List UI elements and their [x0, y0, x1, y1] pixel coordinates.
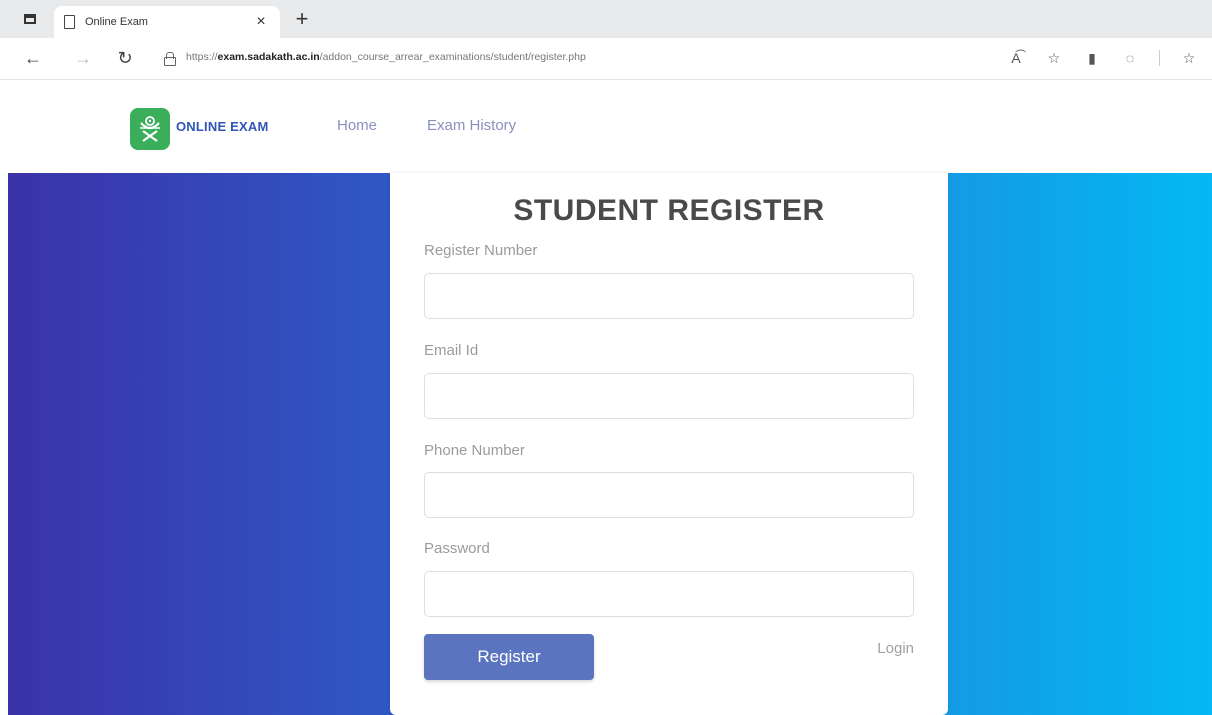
- email-label: Email Id: [424, 342, 479, 359]
- tab-actions-icon[interactable]: [20, 10, 40, 28]
- url-field[interactable]: https://exam.sadakath.ac.in/addon_course…: [186, 51, 586, 63]
- extension-icon[interactable]: ▮: [1083, 50, 1101, 66]
- nav-exam-history-link[interactable]: Exam History: [427, 117, 516, 134]
- nav-home-link[interactable]: Home: [337, 117, 377, 134]
- browser-essentials-icon[interactable]: ◌: [1121, 50, 1139, 66]
- forward-icon[interactable]: →: [72, 49, 94, 67]
- favorites-icon[interactable]: ☆: [1045, 50, 1063, 66]
- browser-tab[interactable]: Online Exam ×: [54, 6, 280, 38]
- logo-icon[interactable]: [130, 108, 170, 150]
- address-bar: ← → ↻ https://exam.sadakath.ac.in/addon_…: [0, 38, 1212, 80]
- browser-toolbar: A͡ ☆ ▮ ◌ ☆: [1007, 50, 1198, 66]
- read-aloud-icon[interactable]: A͡: [1007, 50, 1025, 66]
- lock-icon[interactable]: [164, 52, 176, 66]
- login-link[interactable]: Login: [877, 640, 914, 657]
- browser-tab-bar: Online Exam × +: [0, 0, 1212, 38]
- page-title: STUDENT REGISTER: [513, 194, 825, 227]
- new-tab-button[interactable]: +: [290, 8, 314, 30]
- tab-close-icon[interactable]: ×: [252, 13, 270, 31]
- register-button[interactable]: Register: [424, 634, 594, 680]
- reload-icon[interactable]: ↻: [114, 49, 136, 67]
- tab-title: Online Exam: [85, 16, 148, 28]
- email-input[interactable]: [424, 373, 914, 419]
- register-card: STUDENT REGISTER Register Number Email I…: [390, 173, 948, 715]
- register-number-input[interactable]: [424, 273, 914, 319]
- url-host: exam.sadakath.ac.in: [217, 51, 320, 63]
- collections-icon[interactable]: ☆: [1180, 50, 1198, 66]
- site-header: ONLINE EXAM Home Exam History: [0, 81, 1212, 173]
- page-icon: [64, 15, 75, 29]
- register-number-label: Register Number: [424, 242, 538, 259]
- phone-input[interactable]: [424, 472, 914, 518]
- brand-name[interactable]: ONLINE EXAM: [176, 119, 268, 134]
- password-input[interactable]: [424, 571, 914, 617]
- toolbar-divider: [1159, 50, 1160, 66]
- url-path: /addon_course_arrear_examinations/studen…: [319, 51, 586, 63]
- url-scheme: https://: [186, 51, 218, 63]
- password-label: Password: [424, 540, 490, 557]
- phone-label: Phone Number: [424, 442, 525, 459]
- back-icon[interactable]: ←: [22, 49, 44, 67]
